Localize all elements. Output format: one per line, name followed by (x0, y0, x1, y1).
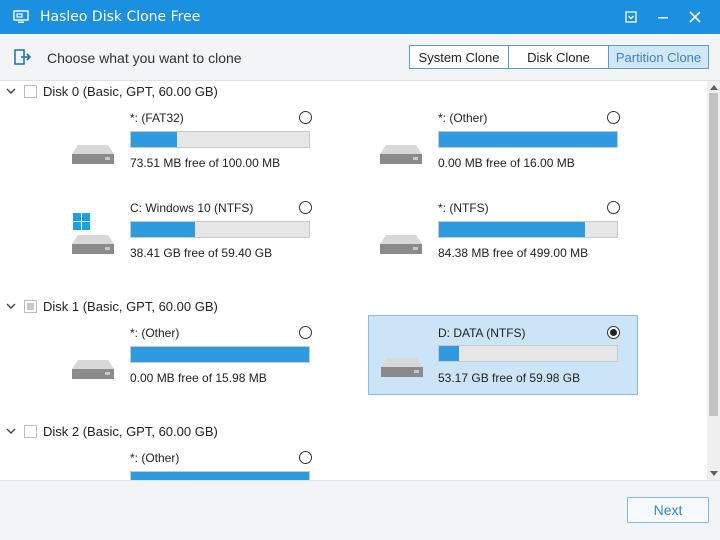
partition-card[interactable]: C: Windows 10 (NTFS) 38.41 GB free of 59… (61, 201, 331, 281)
partition-radio[interactable] (607, 111, 620, 124)
vertical-scrollbar[interactable] (707, 81, 720, 480)
usage-bar (438, 345, 618, 362)
drive-icon (72, 360, 114, 379)
usage-bar (438, 131, 618, 148)
drive-icon (72, 235, 114, 254)
drive-icon (381, 358, 423, 377)
disk-0-checkbox[interactable] (24, 85, 37, 98)
menu-icon[interactable] (622, 8, 640, 26)
usage-bar-fill (131, 132, 178, 147)
minimize-icon[interactable] (654, 8, 672, 26)
usage-bar-fill (131, 222, 196, 237)
tab-system-clone[interactable]: System Clone (409, 45, 509, 69)
scroll-up-icon[interactable] (710, 85, 718, 90)
usage-bar (438, 221, 618, 238)
next-button[interactable]: Next (627, 497, 709, 523)
partition-free-space: 53.17 GB free of 59.98 GB (438, 371, 581, 385)
usage-bar-fill (439, 132, 617, 147)
partition-card[interactable]: *: (Other) 0.00 MB free of 16.00 MB (369, 111, 639, 191)
partition-name: *: (NTFS) (438, 201, 489, 215)
partition-free-space: 73.51 MB free of 100.00 MB (130, 156, 281, 170)
disk-2-label: Disk 2 (Basic, GPT, 60.00 GB) (43, 424, 218, 439)
drive-icon (72, 145, 114, 164)
partition-free-space: 0.00 MB free of 16.00 MB (438, 156, 575, 170)
chevron-down-icon[interactable] (6, 302, 16, 310)
chevron-down-icon[interactable] (6, 427, 16, 435)
usage-bar-fill (131, 347, 309, 362)
usage-bar (130, 221, 310, 238)
partition-card[interactable]: *: (FAT32) 73.51 MB free of 100.00 MB (61, 111, 331, 191)
partition-name: D: DATA (NTFS) (438, 326, 526, 340)
partition-free-space: 84.38 MB free of 499.00 MB (438, 246, 589, 260)
partition-card[interactable]: *: (NTFS) 84.38 MB free of 499.00 MB (369, 201, 639, 281)
header-prompt: Choose what you want to clone (47, 50, 242, 66)
chevron-down-icon[interactable] (6, 87, 16, 95)
footer-bar: Next (0, 480, 720, 540)
partition-radio[interactable] (299, 201, 312, 214)
drive-icon (380, 235, 422, 254)
partition-radio[interactable] (607, 201, 620, 214)
usage-bar-fill (439, 222, 585, 237)
disk-list: Disk 0 (Basic, GPT, 60.00 GB) *: (FAT32)… (0, 81, 707, 480)
partition-name: *: (Other) (438, 111, 488, 125)
app-icon (13, 10, 29, 23)
disk-2-checkbox[interactable] (24, 425, 37, 438)
clone-icon (14, 49, 32, 65)
usage-bar (130, 346, 310, 363)
partition-card[interactable]: *: (Other) 0.00 MB free of 15.98 MB (61, 326, 331, 406)
close-icon[interactable] (686, 8, 704, 26)
partition-radio[interactable] (299, 111, 312, 124)
partition-free-space: 0.00 MB free of 15.98 MB (130, 371, 267, 385)
usage-bar (130, 131, 310, 148)
tab-disk-clone[interactable]: Disk Clone (509, 45, 609, 69)
usage-bar (130, 471, 310, 480)
partition-radio[interactable] (299, 451, 312, 464)
clone-mode-header: Choose what you want to clone System Clo… (0, 34, 720, 81)
disk-1-checkbox[interactable] (24, 300, 37, 313)
partition-name: C: Windows 10 (NTFS) (130, 201, 254, 215)
drive-icon (380, 145, 422, 164)
usage-bar-fill (439, 346, 459, 361)
windows-logo-icon (73, 213, 90, 230)
partition-name: *: (FAT32) (130, 111, 184, 125)
scrollbar-thumb[interactable] (709, 93, 718, 416)
window-title: Hasleo Disk Clone Free (40, 9, 201, 25)
partition-name: *: (Other) (130, 326, 180, 340)
partition-radio[interactable] (607, 326, 620, 339)
partition-card-selected[interactable]: D: DATA (NTFS) 53.17 GB free of 59.98 GB (368, 315, 638, 395)
partition-free-space: 38.41 GB free of 59.40 GB (130, 246, 273, 260)
title-bar: Hasleo Disk Clone Free (0, 0, 720, 34)
partition-radio[interactable] (299, 326, 312, 339)
disk-1-label: Disk 1 (Basic, GPT, 60.00 GB) (43, 299, 218, 314)
partition-name: *: (Other) (130, 451, 180, 465)
clone-mode-tabs: System Clone Disk Clone Partition Clone (409, 45, 709, 69)
usage-bar-fill (131, 472, 309, 480)
scroll-down-icon[interactable] (710, 471, 718, 476)
disk-0-label: Disk 0 (Basic, GPT, 60.00 GB) (43, 84, 218, 99)
tab-partition-clone[interactable]: Partition Clone (609, 45, 709, 69)
partition-card[interactable]: *: (Other) (61, 451, 331, 480)
